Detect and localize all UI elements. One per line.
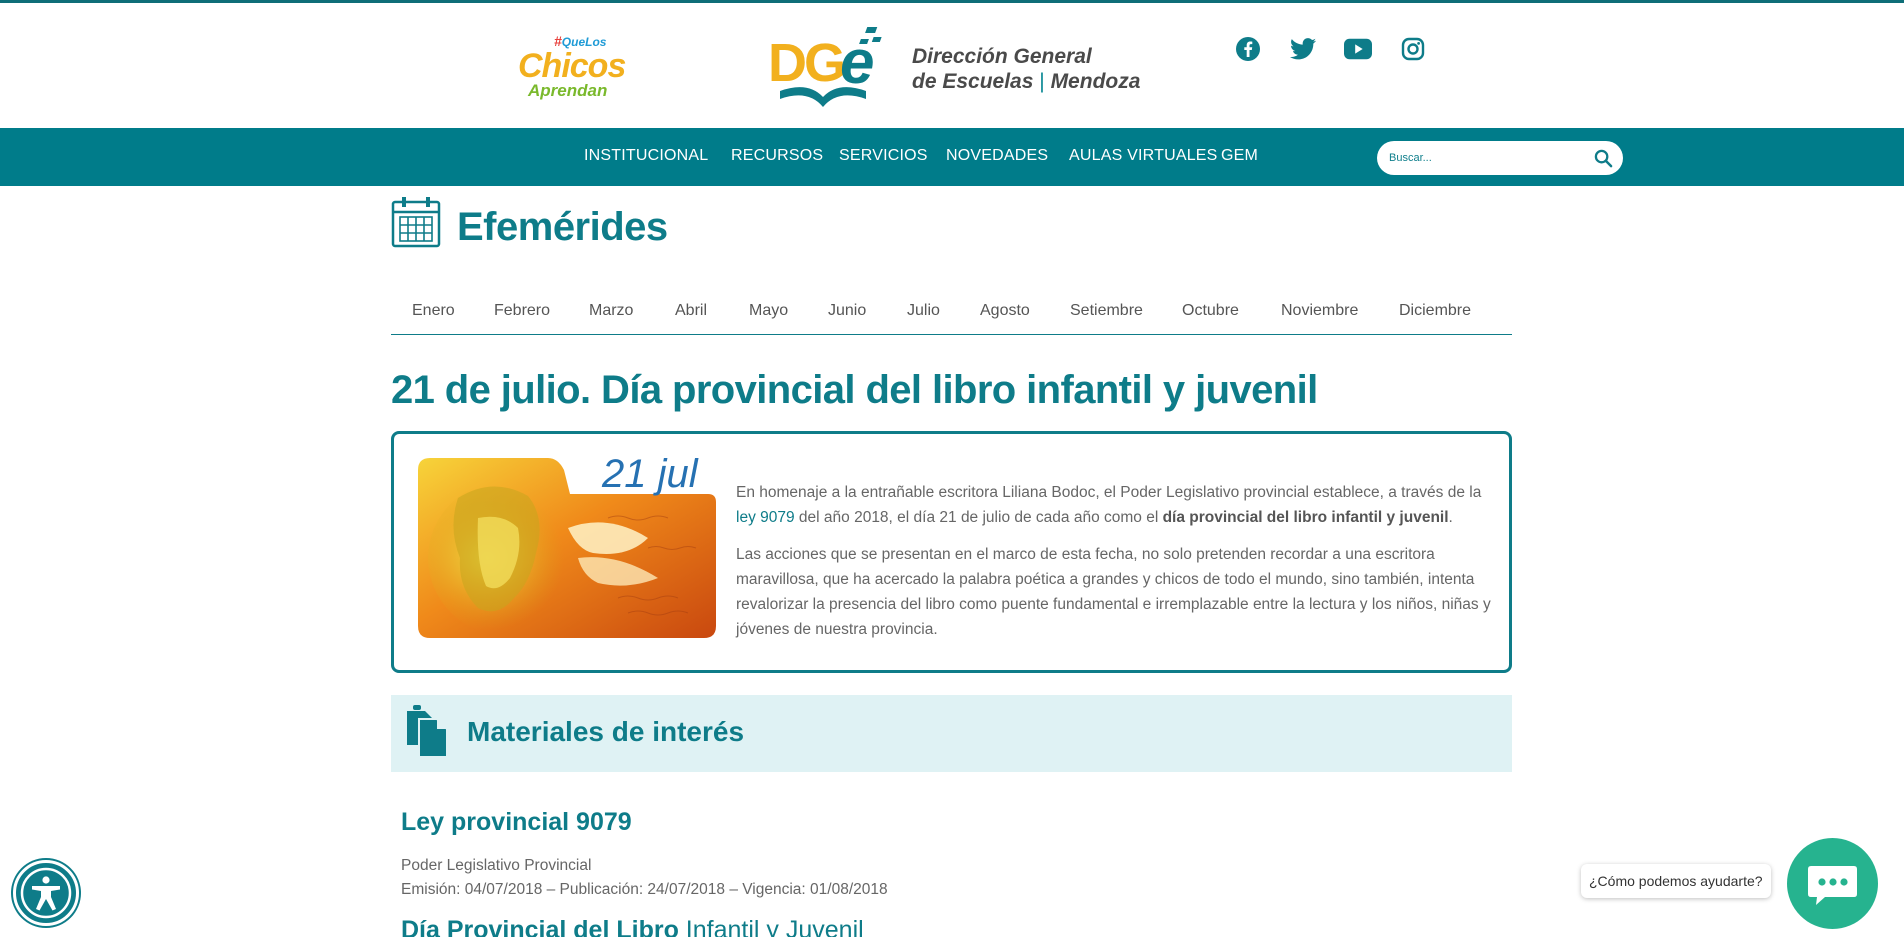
tab-diciembre[interactable]: Diciembre	[1399, 302, 1471, 320]
month-tabs: Enero Febrero Marzo Abril Mayo Junio Jul…	[391, 295, 1512, 335]
calendar-icon	[391, 196, 441, 253]
tab-agosto[interactable]: Agosto	[980, 302, 1030, 320]
tab-marzo[interactable]: Marzo	[589, 302, 633, 320]
instagram-icon[interactable]	[1399, 35, 1427, 63]
facebook-icon[interactable]	[1234, 35, 1262, 63]
ephemeris-card: 21 jul En homenaje a la entrañable escri…	[391, 431, 1512, 673]
chat-prompt[interactable]: ¿Cómo podemos ayudarte?	[1581, 864, 1771, 898]
documents-icon	[403, 705, 451, 762]
accessibility-button[interactable]	[13, 860, 79, 926]
nav-institucional[interactable]: INSTITUCIONAL	[584, 147, 708, 165]
nav-gem[interactable]: GEM	[1221, 147, 1258, 165]
nav-aulas-virtuales[interactable]: AULAS VIRTUALES	[1069, 147, 1218, 165]
svg-text:e: e	[840, 28, 874, 97]
tab-enero[interactable]: Enero	[412, 302, 455, 320]
tab-abril[interactable]: Abril	[675, 302, 707, 320]
tab-setiembre[interactable]: Setiembre	[1070, 302, 1143, 320]
page-title: Efemérides	[457, 205, 668, 249]
youtube-icon[interactable]	[1344, 35, 1372, 63]
ephemeris-description: En homenaje a la entrañable escritora Li…	[736, 480, 1496, 654]
accessibility-icon	[20, 867, 72, 919]
materials-title: Materiales de interés	[467, 716, 745, 747]
tab-octubre[interactable]: Octubre	[1182, 302, 1239, 320]
dge-logo[interactable]: DG e	[768, 25, 882, 117]
tab-noviembre[interactable]: Noviembre	[1281, 302, 1358, 320]
twitter-icon[interactable]	[1289, 35, 1317, 63]
campaign-logo[interactable]: #QueLos Chicos Aprendan	[516, 33, 626, 101]
description-paragraph-1: En homenaje a la entrañable escritora Li…	[736, 484, 1482, 526]
materials-header: Materiales de interés	[391, 695, 1512, 772]
date-badge: 21 jul	[602, 452, 698, 496]
tab-julio[interactable]: Julio	[907, 302, 940, 320]
document-2-title-link[interactable]: Día Provincial del Libro Infantil y Juve…	[401, 916, 864, 937]
document-title-link[interactable]: Ley provincial 9079	[401, 808, 632, 837]
ephemeris-headline: 21 de julio. Día provincial del libro in…	[391, 368, 1318, 412]
org-line-2: de Escuelas | Mendoza	[912, 70, 1141, 93]
nav-novedades[interactable]: NOVEDADES	[946, 147, 1048, 165]
chat-icon	[1808, 866, 1857, 905]
search-box	[1377, 141, 1623, 175]
search-icon[interactable]	[1594, 149, 1613, 173]
tab-febrero[interactable]: Febrero	[494, 302, 550, 320]
document-dates: Emisión: 04/07/2018 – Publicación: 24/07…	[401, 881, 888, 898]
org-name: Dirección General de Escuelas | Mendoza	[912, 44, 1140, 94]
ley-9079-link[interactable]: ley 9079	[736, 509, 795, 526]
nav-servicios[interactable]: SERVICIOS	[839, 147, 928, 165]
campaign-aprendan: Aprendan	[528, 81, 608, 100]
description-paragraph-2: Las acciones que se presentan en el marc…	[736, 546, 1491, 638]
svg-text:DG: DG	[768, 33, 843, 93]
document-issuer: Poder Legislativo Provincial	[401, 857, 592, 874]
chat-button[interactable]	[1787, 838, 1878, 929]
site-header: #QueLos Chicos Aprendan DG e Dirección G…	[0, 3, 1904, 128]
tab-junio[interactable]: Junio	[828, 302, 866, 320]
nav-recursos[interactable]: RECURSOS	[731, 147, 823, 165]
search-input[interactable]	[1389, 149, 1579, 167]
main-nav: INSTITUCIONAL RECURSOS SERVICIOS NOVEDAD…	[0, 128, 1904, 186]
tab-mayo[interactable]: Mayo	[749, 302, 788, 320]
org-line-1: Dirección General	[912, 45, 1092, 68]
